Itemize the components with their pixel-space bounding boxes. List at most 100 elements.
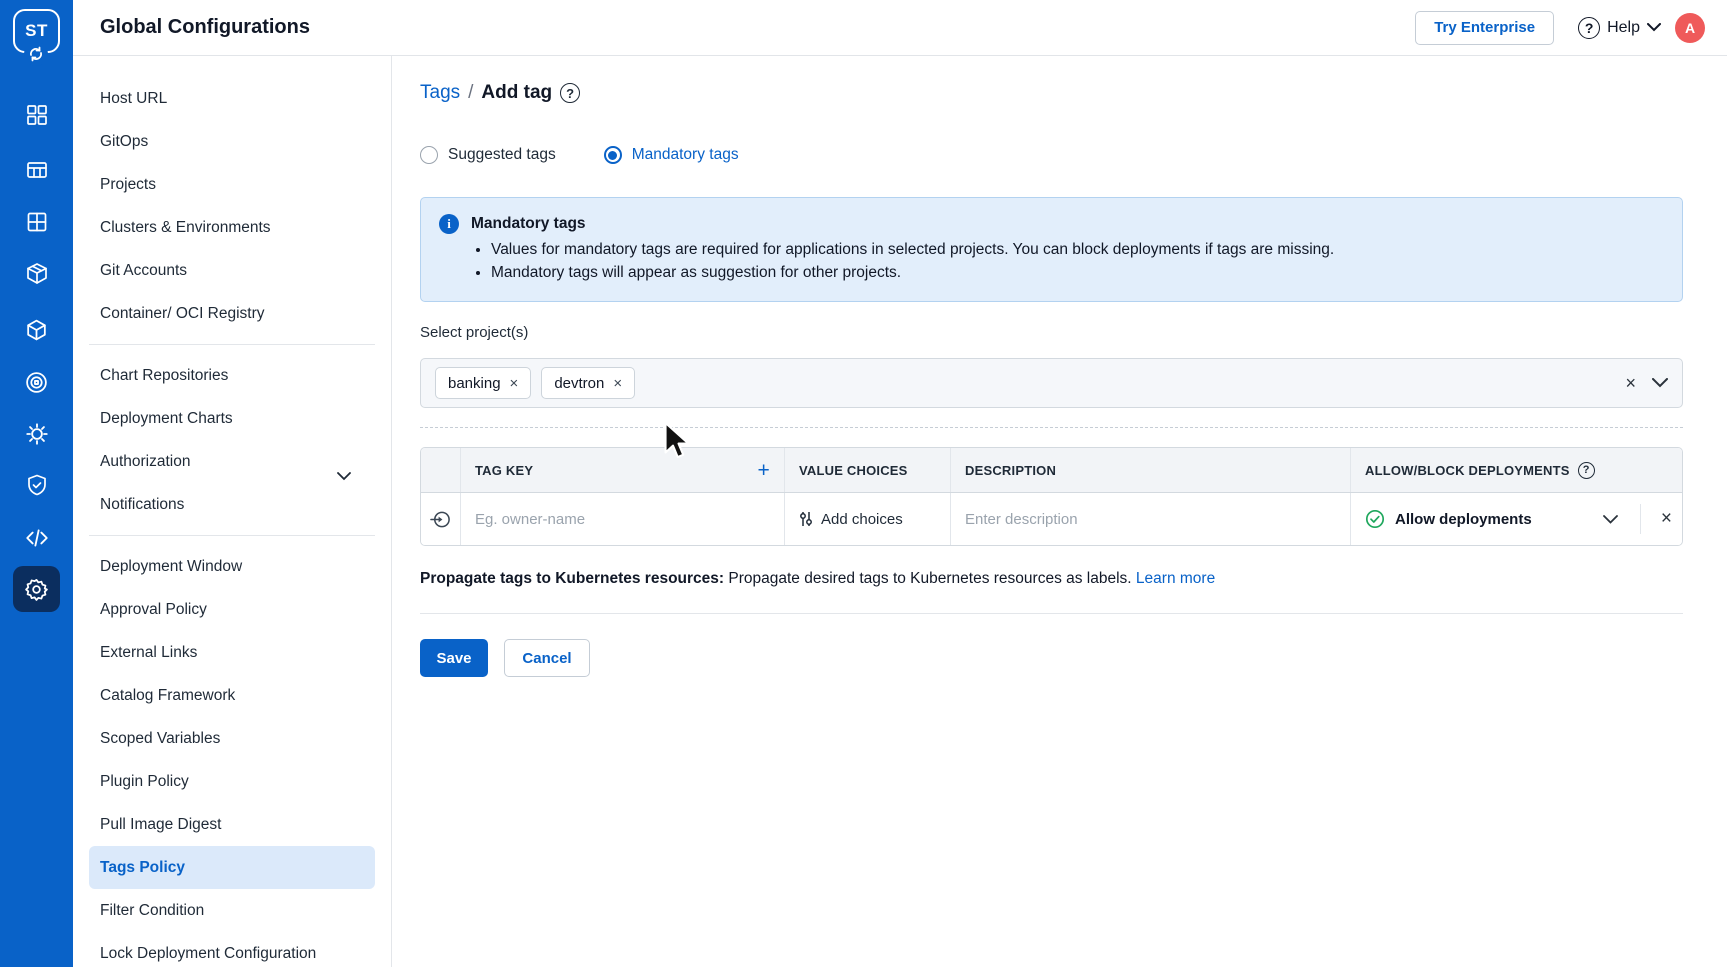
clusters-icon[interactable] <box>0 370 73 395</box>
sidebar-item-lock-deployment-configuration[interactable]: Lock Deployment Configuration <box>73 932 391 967</box>
value-choices-column-header: VALUE CHOICES <box>785 448 951 492</box>
mandatory-tags-info-banner: i Mandatory tags Values for mandatory ta… <box>420 197 1683 302</box>
description-column-header: DESCRIPTION <box>951 448 1351 492</box>
sync-icon <box>24 42 48 66</box>
tag-key-header-label: TAG KEY <box>475 463 533 478</box>
info-bullet-2: Mandatory tags will appear as suggestion… <box>491 264 1662 282</box>
table-header-row: TAG KEY + VALUE CHOICES DESCRIPTION ALLO… <box>421 448 1682 493</box>
chip-label: banking <box>448 375 501 392</box>
sidebar-item-host-url[interactable]: Host URL <box>73 77 391 120</box>
description-input[interactable]: Enter description <box>951 493 1351 545</box>
sidebar-item-approval-policy[interactable]: Approval Policy <box>73 588 391 631</box>
applications-icon[interactable] <box>0 103 73 127</box>
breadcrumb-current: Add tag <box>481 82 552 104</box>
cancel-button[interactable]: Cancel <box>504 639 590 677</box>
tags-table: TAG KEY + VALUE CHOICES DESCRIPTION ALLO… <box>420 447 1683 546</box>
page-title: Global Configurations <box>100 16 310 39</box>
sidebar-item-container-oci-registry[interactable]: Container/ OCI Registry <box>73 292 391 335</box>
mandatory-tags-label: Mandatory tags <box>632 146 739 164</box>
allow-block-select[interactable]: Allow deployments × <box>1351 493 1682 545</box>
jobs-icon[interactable] <box>0 158 73 182</box>
project-chip-devtron: devtron × <box>541 367 635 399</box>
delete-row-icon[interactable]: × <box>1661 508 1672 530</box>
remove-chip-icon[interactable]: × <box>613 375 622 392</box>
icon-rail: ST <box>0 0 73 967</box>
help-circle-icon[interactable]: ? <box>1578 462 1595 479</box>
sidebar-item-chart-repositories[interactable]: Chart Repositories <box>73 354 391 397</box>
sidebar-item-clusters-environments[interactable]: Clusters & Environments <box>73 206 391 249</box>
clear-all-icon[interactable]: × <box>1625 373 1636 394</box>
global-configurations-icon[interactable] <box>0 577 73 602</box>
user-avatar[interactable]: A <box>1675 13 1705 43</box>
resource-browser-icon[interactable] <box>0 318 73 343</box>
tag-type-radio-group: Suggested tags Mandatory tags <box>420 146 739 164</box>
suggested-tags-label: Suggested tags <box>448 146 556 164</box>
propagate-column-header <box>421 448 461 492</box>
sidebar-item-filter-condition[interactable]: Filter Condition <box>73 889 391 932</box>
breadcrumb-tags-link[interactable]: Tags <box>420 82 460 104</box>
chevron-down-icon <box>1647 23 1661 32</box>
allow-block-column-header: ALLOW/BLOCK DEPLOYMENTS ? <box>1351 448 1682 492</box>
application-groups-icon[interactable] <box>0 210 73 234</box>
tag-key-input[interactable]: Eg. owner-name <box>461 493 785 545</box>
help-menu[interactable]: ? Help <box>1578 17 1661 39</box>
radio-selected-icon <box>604 146 622 164</box>
section-divider <box>420 613 1683 614</box>
tag-key-column-header: TAG KEY + <box>461 448 785 492</box>
app-logo-text: ST <box>25 21 48 41</box>
config-sidebar: Host URL GitOps Projects Clusters & Envi… <box>73 56 392 967</box>
try-enterprise-button[interactable]: Try Enterprise <box>1415 11 1554 45</box>
sidebar-item-tags-policy[interactable]: Tags Policy <box>89 846 375 889</box>
mandatory-tags-radio[interactable]: Mandatory tags <box>604 146 739 164</box>
propagate-icon <box>430 509 451 530</box>
allow-deployments-value: Allow deployments <box>1395 511 1532 528</box>
top-header: Global Configurations Try Enterprise ? H… <box>73 0 1727 56</box>
sidebar-item-gitops[interactable]: GitOps <box>73 120 391 163</box>
sidebar-item-notifications[interactable]: Notifications <box>73 483 391 526</box>
chart-store-icon[interactable] <box>0 261 73 287</box>
sidebar-item-plugin-policy[interactable]: Plugin Policy <box>73 760 391 803</box>
sidebar-item-pull-image-digest[interactable]: Pull Image Digest <box>73 803 391 846</box>
table-row: Eg. owner-name Add choices Enter descrip… <box>421 493 1682 545</box>
sidebar-item-label: Authorization <box>100 453 190 470</box>
suggested-tags-radio[interactable]: Suggested tags <box>420 146 556 164</box>
chevron-down-icon[interactable] <box>1652 378 1668 388</box>
api-tokens-icon[interactable] <box>0 525 73 551</box>
dashed-divider <box>420 427 1683 428</box>
sidebar-item-git-accounts[interactable]: Git Accounts <box>73 249 391 292</box>
help-circle-icon[interactable]: ? <box>560 83 580 103</box>
sidebar-item-projects[interactable]: Projects <box>73 163 391 206</box>
sidebar-item-scoped-variables[interactable]: Scoped Variables <box>73 717 391 760</box>
add-choices-label: Add choices <box>821 511 903 528</box>
sidebar-item-authorization[interactable]: Authorization <box>73 440 391 483</box>
help-label: Help <box>1607 19 1640 37</box>
security-icon[interactable] <box>0 473 73 497</box>
propagate-bold-text: Propagate tags to Kubernetes resources: <box>420 570 724 587</box>
propagate-tag-toggle[interactable] <box>421 493 461 545</box>
sidebar-divider <box>89 344 375 345</box>
add-tag-row-icon[interactable]: + <box>758 460 770 481</box>
chevron-down-icon[interactable] <box>1603 515 1618 524</box>
sidebar-item-external-links[interactable]: External Links <box>73 631 391 674</box>
breadcrumb-separator: / <box>468 82 473 104</box>
breadcrumb: Tags / Add tag ? <box>420 82 580 104</box>
radio-unselected-icon <box>420 146 438 164</box>
propagate-help-text: Propagate tags to Kubernetes resources: … <box>420 570 1215 588</box>
remove-chip-icon[interactable]: × <box>510 375 519 392</box>
tag-key-placeholder: Eg. owner-name <box>475 511 585 528</box>
save-button[interactable]: Save <box>420 639 488 677</box>
project-multiselect[interactable]: banking × devtron × × <box>420 358 1683 408</box>
sidebar-item-deployment-charts[interactable]: Deployment Charts <box>73 397 391 440</box>
sidebar-divider <box>89 535 375 536</box>
add-choices-button[interactable]: Add choices <box>785 493 951 545</box>
learn-more-link[interactable]: Learn more <box>1136 570 1215 587</box>
allow-block-header-label: ALLOW/BLOCK DEPLOYMENTS <box>1365 463 1570 478</box>
project-chip-banking: banking × <box>435 367 531 399</box>
sidebar-item-deployment-window[interactable]: Deployment Window <box>73 545 391 588</box>
description-placeholder: Enter description <box>965 511 1078 528</box>
chip-label: devtron <box>554 375 604 392</box>
propagate-description: Propagate desired tags to Kubernetes res… <box>724 570 1136 587</box>
bug-report-icon[interactable] <box>0 421 73 447</box>
sidebar-item-catalog-framework[interactable]: Catalog Framework <box>73 674 391 717</box>
main-content: Tags / Add tag ? Suggested tags Mandator… <box>392 56 1727 967</box>
